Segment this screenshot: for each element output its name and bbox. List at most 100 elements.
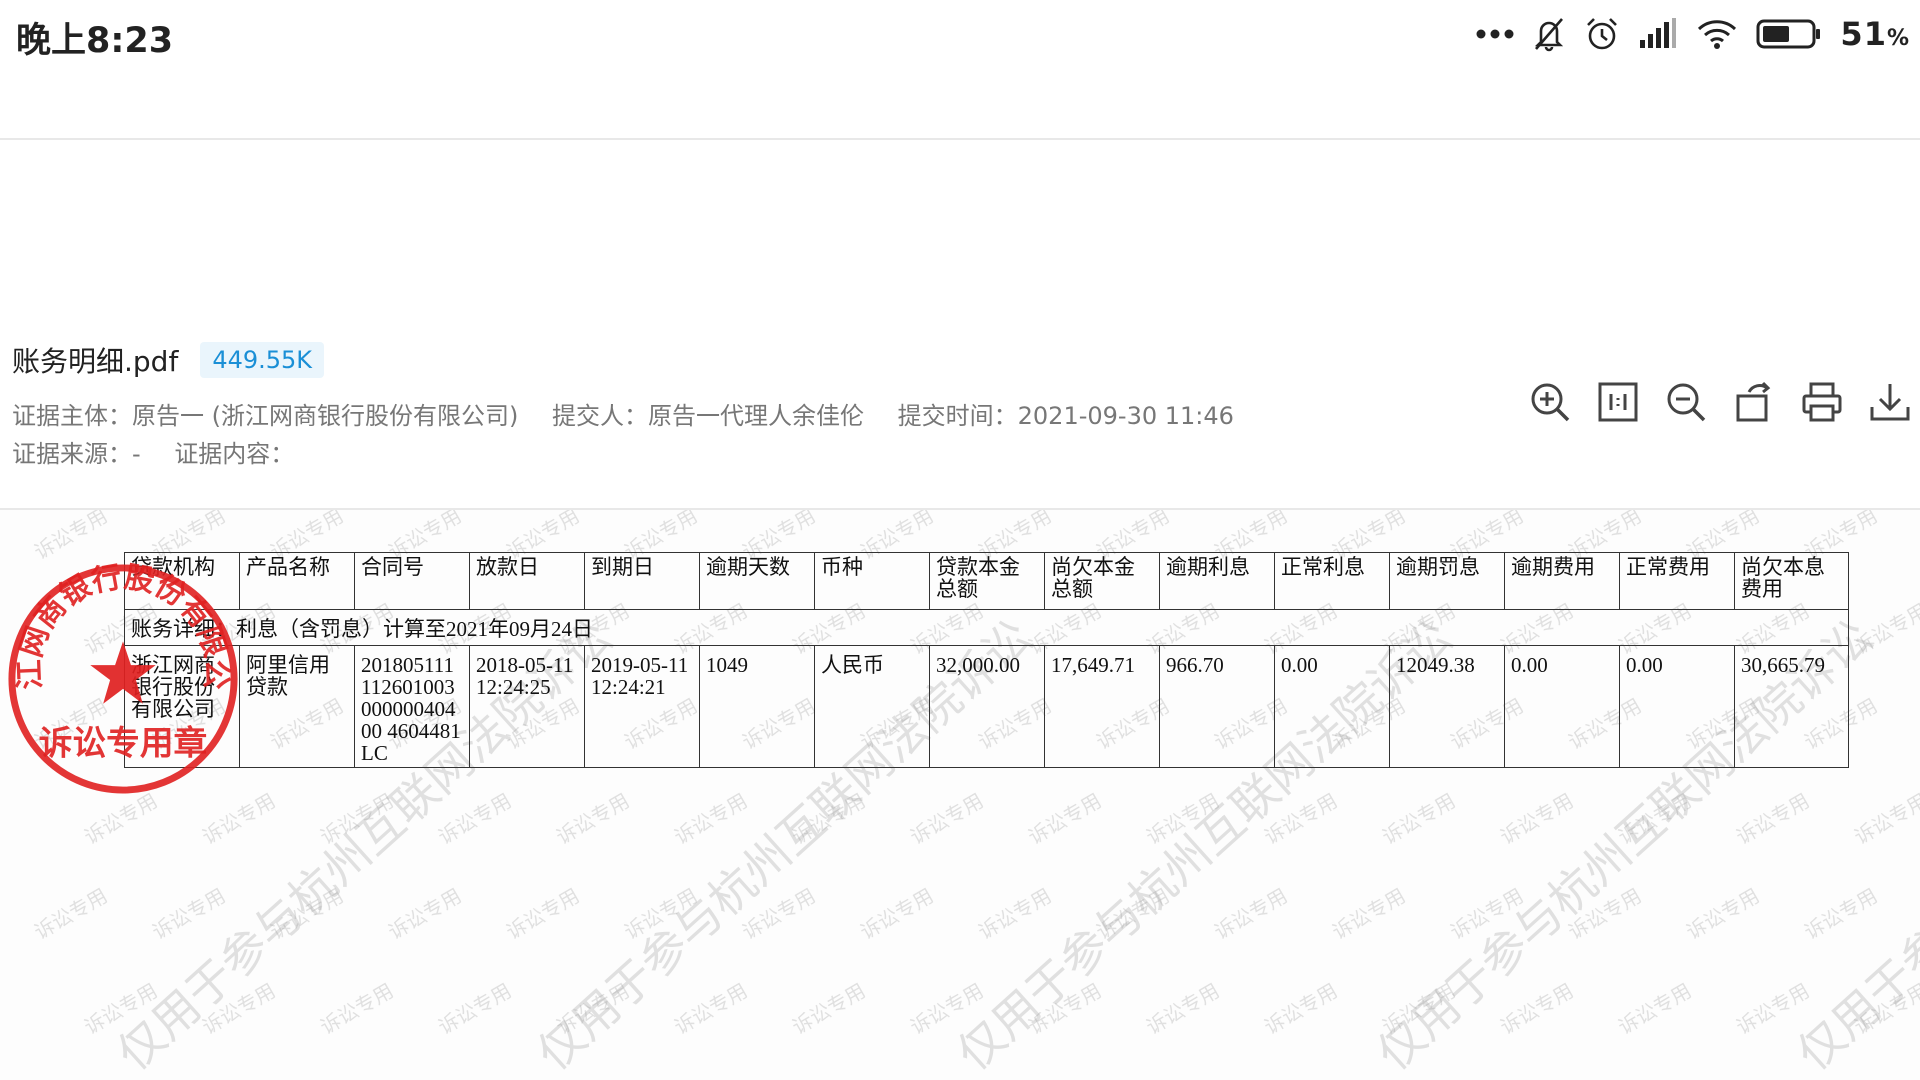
- watermark-small: 诉讼专用: [1496, 978, 1578, 1040]
- table-header-cell: 产品名称: [239, 552, 355, 610]
- print-icon: [1802, 382, 1842, 422]
- mute-bell-icon: [1532, 16, 1566, 52]
- evidence-source: 证据来源：-: [12, 440, 141, 468]
- table-cell: 人民币: [814, 645, 930, 768]
- watermark-small: 诉讼专用: [670, 788, 752, 850]
- evidence-submitter: 提交人：原告一代理人余佳伦: [552, 402, 864, 430]
- zoom-in-button[interactable]: [1528, 380, 1572, 424]
- status-icons: 51%: [1476, 14, 1910, 54]
- watermark-small: 诉讼专用: [552, 788, 634, 850]
- watermark-small: 诉讼专用: [552, 978, 634, 1040]
- watermark-small: 诉讼专用: [1732, 978, 1814, 1040]
- watermark-small: 诉讼专用: [1142, 788, 1224, 850]
- watermark-small: 诉讼专用: [434, 978, 516, 1040]
- watermark-small: 诉讼专用: [974, 883, 1056, 945]
- watermark-small: 诉讼专用: [1800, 883, 1882, 945]
- watermark-small: 诉讼专用: [80, 788, 162, 850]
- watermark-small: 诉讼专用: [1260, 978, 1342, 1040]
- battery-icon: [1756, 18, 1822, 50]
- watermark-small: 诉讼专用: [30, 883, 112, 945]
- watermark-small: 诉讼专用: [30, 510, 112, 565]
- table-header-row: 贷款机构 产品名称 合同号 放款日 到期日 逾期天数 币种 贷款本金总额 尚欠本金总额 逾期利息正…: [124, 552, 1849, 610]
- table-header-cell: 贷款机构: [124, 552, 240, 610]
- evidence-content: 证据内容：: [174, 440, 295, 468]
- table-cell: 0.00: [1504, 645, 1620, 768]
- watermark-small: 诉讼专用: [1732, 788, 1814, 850]
- table-cell: 17,649.71: [1044, 645, 1160, 768]
- watermark-small: 诉讼专用: [1916, 880, 1920, 945]
- table-header-cell: 逾期利息: [1159, 552, 1275, 610]
- fit-page-icon: [1598, 382, 1638, 422]
- watermark-small: 诉讼专用: [670, 978, 752, 1040]
- evidence-meta-line-2: 证据来源：- 证据内容：: [12, 434, 320, 469]
- table-caption: 账务详细：利息（含罚息）计算至2021年09月24日: [124, 609, 1849, 646]
- table-header-cell: 合同号: [354, 552, 470, 610]
- watermark-small: 诉讼专用: [738, 883, 820, 945]
- watermark-small: 诉讼专用: [1260, 788, 1342, 850]
- table-cell: 966.70: [1159, 645, 1275, 768]
- table-header-cell: 放款日: [469, 552, 585, 610]
- print-button[interactable]: [1800, 380, 1844, 424]
- table-cell: 浙江网商银行股份有限公司: [124, 645, 240, 768]
- watermark-small: 诉讼专用: [434, 788, 516, 850]
- evidence-submit-time: 提交时间：2021-09-30 11:46: [897, 402, 1234, 430]
- alarm-icon: [1584, 16, 1620, 52]
- table-header-cell: 正常费用: [1619, 552, 1735, 610]
- watermark-small: 诉讼专用: [1446, 883, 1528, 945]
- evidence-subject: 证据主体：原告一 (浙江网商银行股份有限公司): [12, 402, 519, 430]
- table-header-cell: 尚欠本息费用: [1734, 552, 1849, 610]
- signal-icon: [1638, 18, 1678, 50]
- watermark-small: 诉讼专用: [788, 978, 870, 1040]
- zoom-out-button[interactable]: [1664, 380, 1708, 424]
- fit-page-button[interactable]: [1596, 380, 1640, 424]
- watermark-small: 诉讼专用: [198, 788, 280, 850]
- download-button[interactable]: [1868, 380, 1912, 424]
- pdf-page[interactable]: 诉讼专用 诉讼专用 诉讼专用 诉讼专用 诉讼专用 诉讼专用 诉讼专用 诉讼专用 诉讼专用 诉讼专用…: [0, 510, 1920, 1080]
- watermark-small: 诉讼专用: [1614, 788, 1696, 850]
- table-header-cell: 到期日: [584, 552, 700, 610]
- watermark-small: 诉讼专用: [906, 788, 988, 850]
- rotate-button[interactable]: [1732, 380, 1776, 424]
- table-cell: 12049.38: [1389, 645, 1505, 768]
- zoom-out-icon: [1667, 383, 1706, 422]
- table-header-cell: 贷款本金总额: [929, 552, 1045, 610]
- watermark-small: 诉讼专用: [1378, 788, 1460, 850]
- file-name: 账务明细.pdf: [12, 345, 179, 378]
- table-header-cell: 正常利息: [1274, 552, 1390, 610]
- table-cell: 0.00: [1274, 645, 1390, 768]
- table-header-cell: 币种: [814, 552, 930, 610]
- watermark-small: 诉讼专用: [1024, 788, 1106, 850]
- battery-percent: 51%: [1840, 15, 1910, 53]
- table-header-cell: 逾期罚息: [1389, 552, 1505, 610]
- more-dots-icon: [1476, 28, 1514, 40]
- status-time: 晚上8:23: [16, 21, 174, 61]
- watermark-small: 诉讼专用: [148, 883, 230, 945]
- watermark-small: 诉讼专用: [316, 978, 398, 1040]
- header-divider: [0, 138, 1920, 140]
- table-header-cell: 尚欠本金总额: [1044, 552, 1160, 610]
- watermark-small: 诉讼专用: [316, 788, 398, 850]
- watermark-small: 诉讼专用: [198, 978, 280, 1040]
- watermark-small: 诉讼专用: [788, 788, 870, 850]
- watermark-small: 诉讼专用: [384, 883, 466, 945]
- rotate-icon: [1736, 381, 1771, 422]
- watermark-small: 诉讼专用: [266, 883, 348, 945]
- watermark-small: 诉讼专用: [1614, 978, 1696, 1040]
- watermark-small: 诉讼专用: [502, 883, 584, 945]
- table-header-cell: 逾期费用: [1504, 552, 1620, 610]
- wifi-icon: [1696, 17, 1738, 51]
- table-row: 浙江网商银行股份有限公司 阿里信用贷款 2018051111126010030000…: [124, 645, 1849, 768]
- watermark-small: 诉讼专用: [1916, 690, 1920, 755]
- watermark-small: 诉讼专用: [1916, 510, 1920, 565]
- table-cell: 1049: [699, 645, 815, 768]
- table-cell: 32,000.00: [929, 645, 1045, 768]
- account-detail-table: 账务详细：利息（含罚息）计算至2021年09月24日 贷款机构 产品名称 合同号 放款…: [124, 552, 1849, 768]
- viewer-toolbar: [1528, 380, 1912, 424]
- table-header-cell: 逾期天数: [699, 552, 815, 610]
- watermark-small: 诉讼专用: [1092, 883, 1174, 945]
- watermark-small: 诉讼专用: [1850, 978, 1920, 1040]
- table-cell: 阿里信用贷款: [239, 645, 355, 768]
- zoom-in-icon: [1531, 383, 1570, 422]
- watermark-small: 诉讼专用: [1210, 883, 1292, 945]
- evidence-meta-line-1: 证据主体：原告一 (浙江网商银行股份有限公司) 提交人：原告一代理人余佳伦 提交…: [12, 396, 1260, 431]
